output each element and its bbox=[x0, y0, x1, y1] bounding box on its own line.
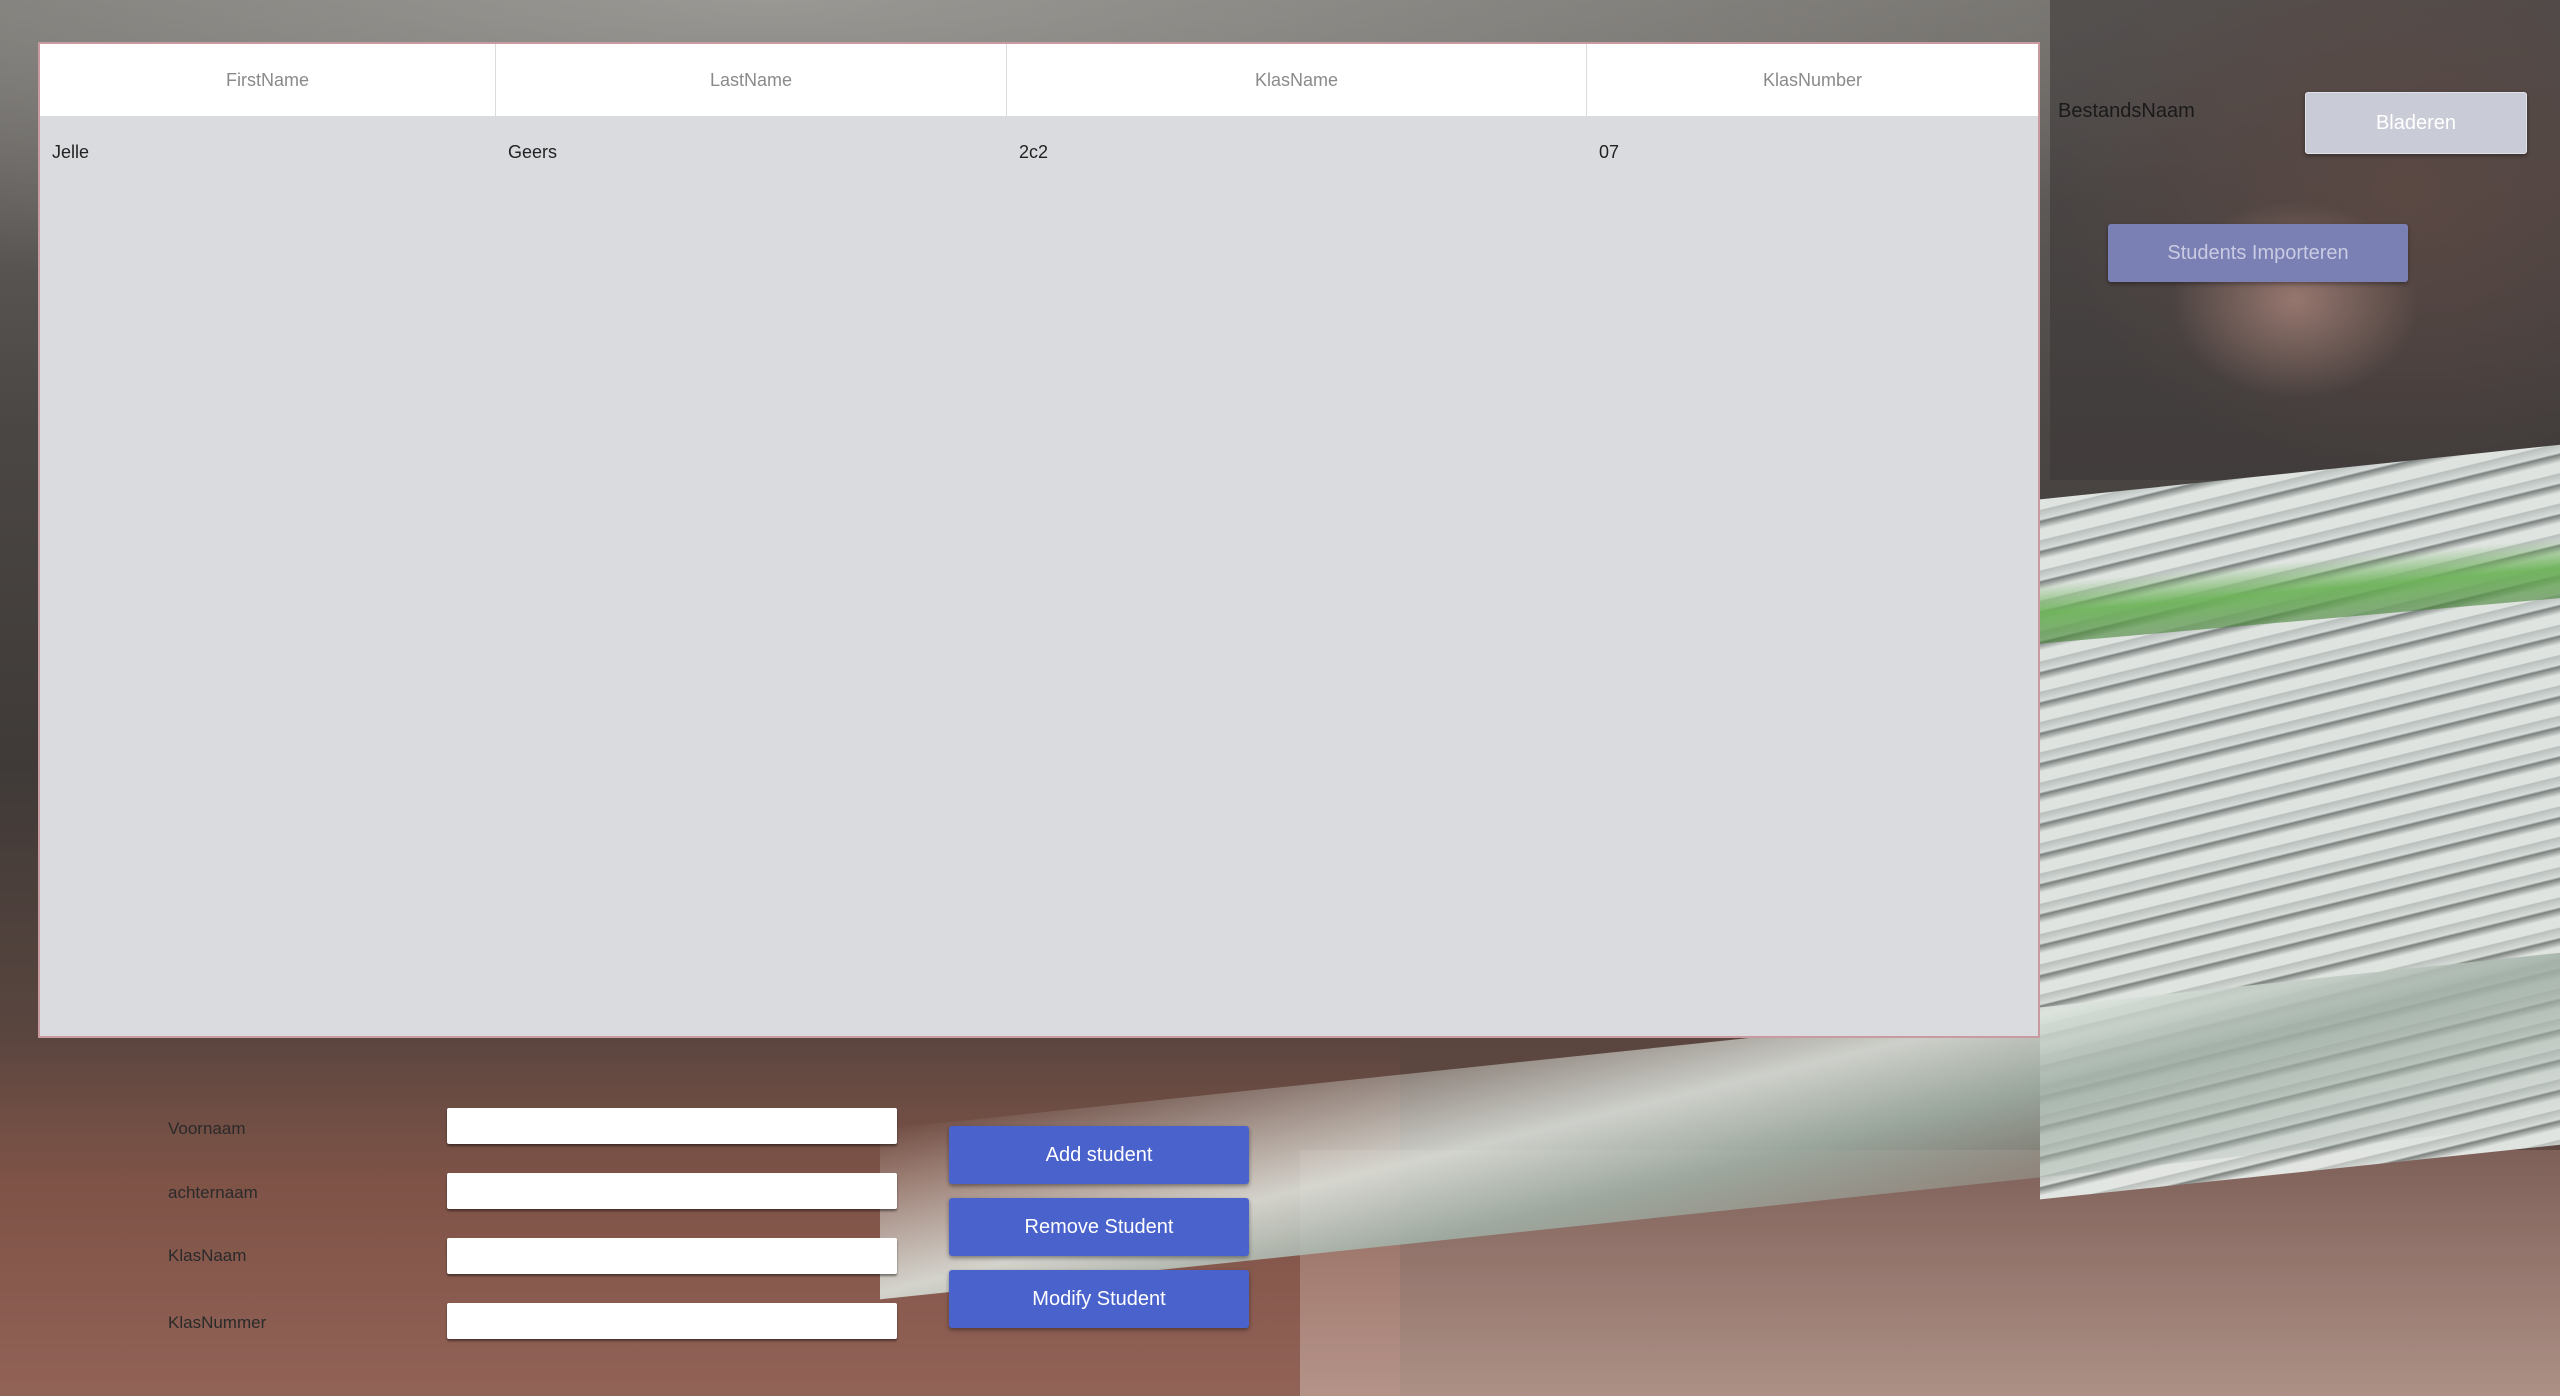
last-name-input[interactable] bbox=[447, 1173, 897, 1209]
column-header-lastname[interactable]: LastName bbox=[496, 44, 1007, 116]
column-header-firstname[interactable]: FirstName bbox=[40, 44, 496, 116]
cell-klasname: 2c2 bbox=[1019, 141, 1049, 162]
table-header: FirstName LastName KlasName KlasNumber bbox=[40, 44, 2038, 116]
file-name-label: BestandsNaam bbox=[2058, 100, 2195, 122]
column-header-klasnumber[interactable]: KlasNumber bbox=[1587, 44, 2038, 116]
modify-student-button[interactable]: Modify Student bbox=[949, 1270, 1249, 1328]
add-student-button[interactable]: Add student bbox=[949, 1126, 1249, 1184]
class-number-label: KlasNummer bbox=[168, 1313, 267, 1332]
import-students-button[interactable]: Students Importeren bbox=[2108, 224, 2408, 282]
class-number-input[interactable] bbox=[447, 1303, 897, 1339]
background-book-cover bbox=[2030, 535, 2560, 645]
column-header-klasname[interactable]: KlasName bbox=[1007, 44, 1587, 116]
class-name-input[interactable] bbox=[447, 1238, 897, 1274]
table-row[interactable]: Jelle Geers 2c2 07 bbox=[40, 116, 2038, 188]
class-name-label: KlasNaam bbox=[168, 1246, 247, 1265]
cell-klasnumber: 07 bbox=[1599, 141, 1620, 162]
app-window: FirstName LastName KlasName KlasNumber J… bbox=[0, 0, 2560, 1396]
last-name-label: achternaam bbox=[168, 1183, 258, 1202]
remove-student-button[interactable]: Remove Student bbox=[949, 1198, 1249, 1256]
student-table[interactable]: FirstName LastName KlasName KlasNumber J… bbox=[38, 42, 2040, 1038]
cell-firstname: Jelle bbox=[52, 141, 90, 162]
table-body: Jelle Geers 2c2 07 bbox=[40, 116, 2038, 1036]
browse-button[interactable]: Bladeren bbox=[2305, 92, 2527, 154]
first-name-label: Voornaam bbox=[168, 1119, 246, 1138]
cell-lastname: Geers bbox=[508, 141, 558, 162]
first-name-input[interactable] bbox=[447, 1108, 897, 1144]
background-book-pages bbox=[2040, 440, 2560, 1200]
background-table-reflection bbox=[1300, 1150, 2560, 1396]
